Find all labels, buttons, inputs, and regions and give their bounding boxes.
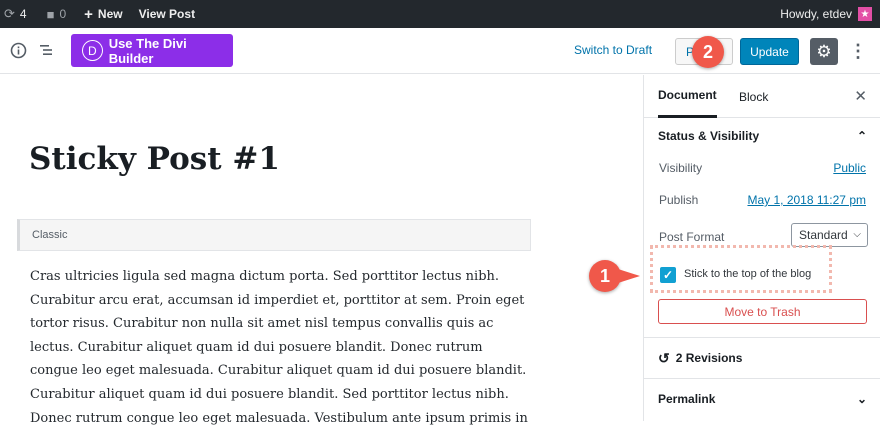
avatar: ★: [858, 7, 872, 21]
block-navigation-icon[interactable]: [37, 40, 57, 60]
body-line: Cras ultricies ligula sed magna dictum p…: [30, 269, 500, 284]
chevron-down-icon: ⌵: [853, 229, 861, 240]
editor-canvas: Sticky Post #1 Classic Cras ultricies li…: [0, 75, 643, 426]
callout-badge-2: 2: [692, 36, 724, 68]
revisions-history-icon: ↺: [658, 349, 670, 366]
status-visibility-panel-header[interactable]: Status & Visibility ⌃: [644, 118, 880, 154]
body-line: tortor risus. Curabitur non nulla sit am…: [30, 316, 494, 332]
switch-to-draft-button[interactable]: Switch to Draft: [574, 43, 652, 57]
revisions-label: 2 Revisions: [675, 351, 743, 365]
settings-sidebar: Document Block ✕ Status & Visibility ⌃ V…: [643, 75, 880, 421]
howdy-label: Howdy, etdev: [780, 7, 852, 21]
body-line: Donec rutrum congue leo eget malesuada. …: [30, 410, 528, 426]
sticky-label[interactable]: Stick to the top of the blog: [684, 268, 811, 280]
classic-block-toolbar[interactable]: Classic: [17, 219, 531, 251]
visibility-label: Visibility: [659, 161, 703, 175]
classic-block-content[interactable]: Cras ultricies ligula sed magna dictum p…: [30, 265, 530, 430]
view-post-link[interactable]: View Post: [133, 0, 201, 28]
callout-badge-1: 1: [589, 260, 621, 292]
more-options-icon[interactable]: ⋮: [849, 40, 867, 62]
revisions-panel-link[interactable]: ↺ 2 Revisions: [644, 338, 880, 378]
tab-document[interactable]: Document: [658, 75, 717, 118]
body-line: Curabitur aliquet quam id dui posuere bl…: [30, 386, 509, 402]
chevron-up-icon: ⌃: [856, 129, 867, 143]
callout-arrow: [618, 269, 640, 283]
tab-block[interactable]: Block: [739, 75, 768, 118]
post-format-label: Post Format: [659, 230, 725, 244]
editor-toolbar: D Use The Divi Builder Switch to Draft P…: [0, 28, 880, 74]
body-line: Curabitur arcu erat, accumsan id imperdi…: [30, 292, 525, 308]
permalink-label: Permalink: [658, 392, 716, 406]
classic-block-label: Classic: [32, 229, 68, 241]
sticky-checkbox[interactable]: ✓: [660, 267, 676, 283]
status-visibility-heading: Status & Visibility: [658, 129, 760, 143]
body-line: congue leo eget malesuada. Curabitur ali…: [30, 363, 527, 379]
admin-bar: ⟳ 4 ■ 0 + New View Post Howdy, etdev ★: [0, 0, 880, 28]
account-menu[interactable]: Howdy, etdev ★: [780, 0, 872, 28]
view-post-label: View Post: [138, 7, 196, 21]
post-title[interactable]: Sticky Post #1: [29, 141, 280, 177]
sidebar-tabs: Document Block ✕: [644, 75, 880, 118]
update-button[interactable]: Update: [740, 38, 799, 65]
new-label: New: [97, 7, 123, 21]
info-icon[interactable]: [8, 40, 28, 60]
comments-count: 0: [59, 7, 67, 21]
permalink-panel-header[interactable]: Permalink ⌄: [644, 379, 880, 419]
chevron-down-icon: ⌄: [856, 392, 867, 406]
visibility-toggle[interactable]: Public: [833, 161, 866, 175]
post-format-value: Standard: [799, 228, 848, 242]
move-to-trash-button[interactable]: Move to Trash: [658, 299, 867, 324]
updates-menu[interactable]: ⟳ 4: [0, 0, 33, 28]
updates-icon: ⟳: [4, 6, 15, 21]
use-divi-builder-button[interactable]: D Use The Divi Builder: [71, 34, 233, 67]
divi-button-label: Use The Divi Builder: [108, 35, 187, 66]
plus-icon: +: [84, 5, 93, 23]
publish-date-toggle[interactable]: May 1, 2018 11:27 pm: [747, 193, 866, 207]
comments-menu[interactable]: ■ 0: [41, 0, 73, 28]
post-format-select[interactable]: Standard ⌵: [791, 223, 868, 247]
new-menu[interactable]: + New: [78, 0, 128, 28]
settings-gear-icon[interactable]: ⚙: [810, 38, 838, 65]
body-line: lectus. Curabitur aliquet quam id dui po…: [30, 339, 483, 355]
comment-icon: ■: [46, 6, 55, 22]
divi-logo-icon: D: [82, 40, 103, 61]
close-icon[interactable]: ✕: [854, 87, 867, 105]
updates-count: 4: [19, 7, 27, 21]
publish-label: Publish: [659, 193, 699, 207]
